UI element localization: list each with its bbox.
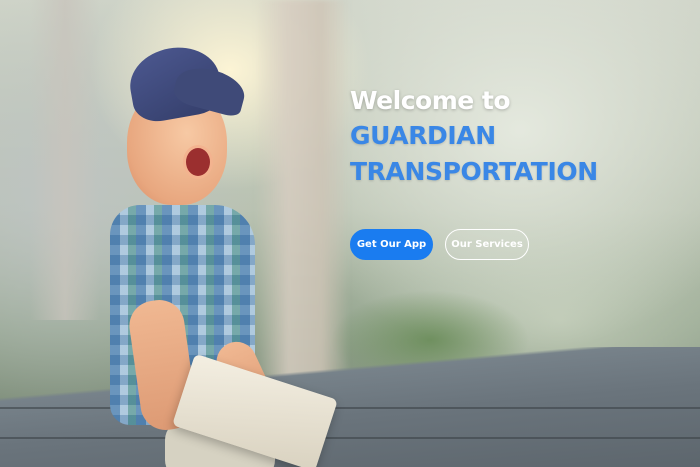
our-services-button[interactable]: Our Services	[445, 229, 529, 260]
hero-heading: Welcome to GUARDIAN TRANSPORTATION	[350, 84, 690, 190]
brand-name-line-1: GUARDIAN	[350, 121, 496, 150]
hero-section: Welcome to GUARDIAN TRANSPORTATION Get O…	[0, 0, 700, 467]
child-laughing-mouth	[183, 145, 213, 179]
brand-name-line-2: TRANSPORTATION	[350, 157, 598, 186]
welcome-text: Welcome to	[350, 86, 511, 115]
get-our-app-button[interactable]: Get Our App	[350, 229, 433, 260]
hero-actions: Get Our App Our Services	[350, 229, 529, 260]
background-tree-left	[30, 0, 100, 320]
laughing-child-photo	[105, 40, 345, 467]
